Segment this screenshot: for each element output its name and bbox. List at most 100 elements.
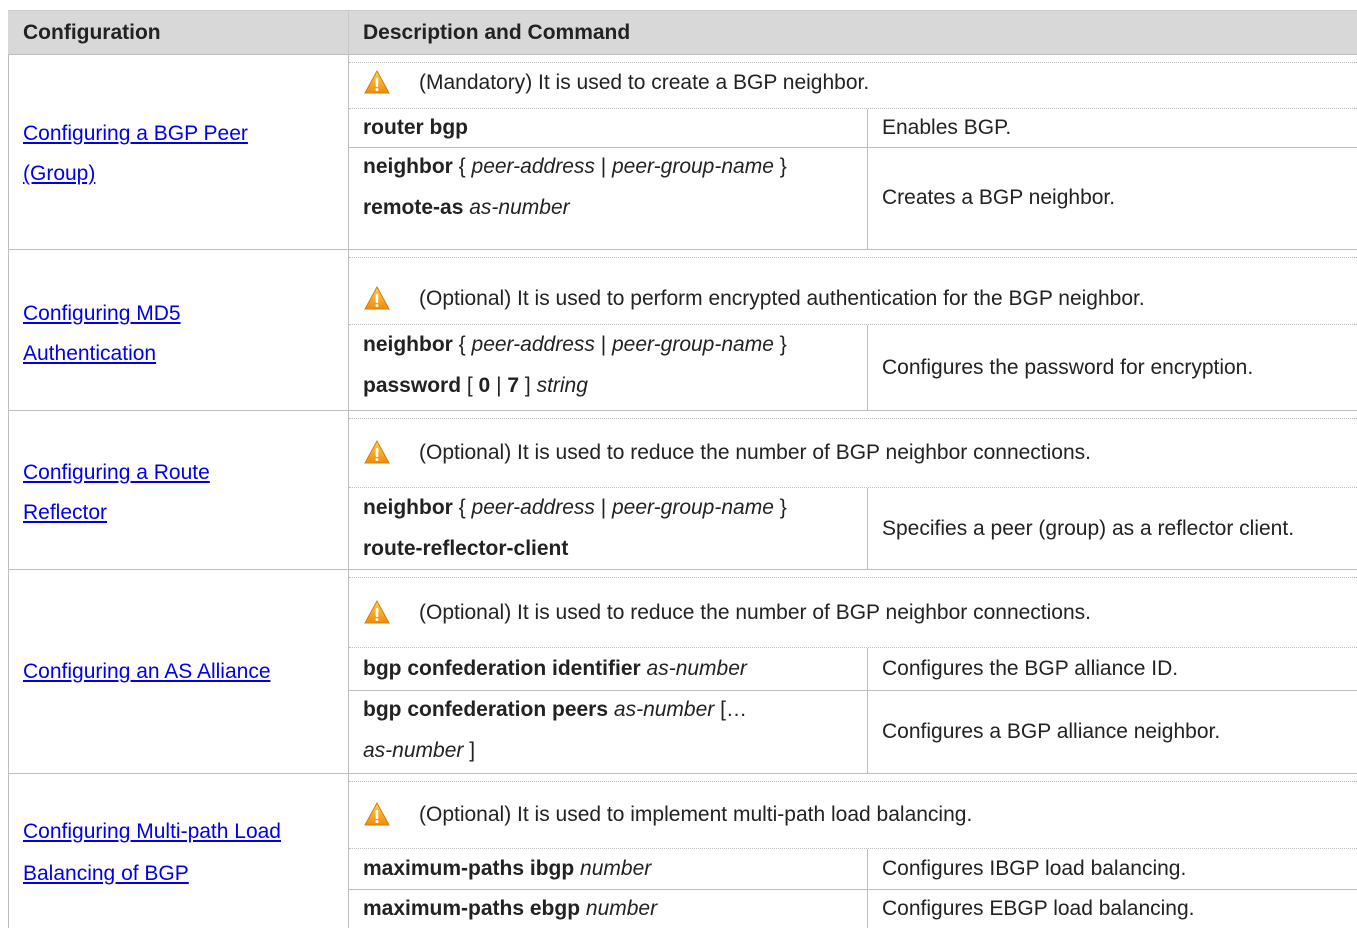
note-text: (Mandatory) It is used to create a BGP n… <box>419 71 870 94</box>
command-token: as-number <box>646 657 747 680</box>
group-separator <box>8 249 1357 250</box>
note-separator <box>349 647 1357 648</box>
command-token: peer-group-name <box>612 333 774 356</box>
command-text: maximum-paths ibgp number <box>363 857 651 881</box>
command-token: neighbor <box>363 496 453 519</box>
command-token: peer-address <box>471 155 595 178</box>
command-token: peer-group-name <box>612 155 774 178</box>
config-link[interactable]: Configuring MD5 <box>23 302 181 326</box>
command-description: Configures the password for encryption. <box>882 355 1254 379</box>
command-text-cont: as-number ] <box>363 739 475 763</box>
note-separator <box>349 848 1357 849</box>
command-token: bgp confederation peers <box>363 698 609 721</box>
command-token: 7 <box>507 374 520 397</box>
group-separator <box>8 410 1357 411</box>
command-text-cont: password [ 0 | 7 ] string <box>363 374 588 398</box>
config-link[interactable]: Configuring a BGP Peer <box>23 122 248 146</box>
command-token: | <box>594 496 612 519</box>
command-token: bgp confederation identifier <box>363 657 641 680</box>
command-description: Specifies a peer (group) as a reflector … <box>882 516 1295 540</box>
warning-icon <box>364 599 390 624</box>
command-token: ] <box>463 739 476 762</box>
note-top-separator <box>349 577 1357 578</box>
command-description: Configures EBGP load balancing. <box>882 896 1195 920</box>
command-token: } <box>773 155 787 178</box>
command-token: number <box>580 857 652 880</box>
command-token: peer-group-name <box>612 496 774 519</box>
command-col-divider <box>867 690 868 773</box>
command-token: 0 <box>478 374 491 397</box>
command-token: remote-as <box>363 196 464 219</box>
warning-icon <box>364 69 390 94</box>
command-description: Configures the BGP alliance ID. <box>882 657 1179 680</box>
header-configuration: Configuration <box>23 21 161 44</box>
command-token: } <box>773 496 787 519</box>
config-link[interactable]: Configuring an AS Alliance <box>23 660 271 684</box>
command-text: neighbor { peer-address | peer-group-nam… <box>363 333 787 357</box>
note-top-separator <box>349 781 1357 782</box>
command-token: peer-address <box>471 496 595 519</box>
command-description: Enables BGP. <box>882 116 1012 139</box>
command-text-cont: remote-as as-number <box>363 196 570 220</box>
group-separator <box>8 773 1357 774</box>
left-border <box>8 54 9 928</box>
note-text: (Optional) It is used to perform encrypt… <box>419 287 1145 310</box>
command-token: [… <box>714 698 747 721</box>
command-token: number <box>585 896 658 920</box>
note-separator <box>349 324 1357 325</box>
command-token: | <box>594 333 612 356</box>
config-link[interactable]: (Group) <box>23 162 95 186</box>
command-text: router bgp <box>363 116 468 140</box>
command-row-separator <box>349 690 1357 691</box>
command-token: neighbor <box>363 333 453 356</box>
command-token: maximum-paths ibgp <box>363 857 575 880</box>
warning-icon <box>364 801 390 826</box>
command-col-divider <box>867 648 868 690</box>
command-token: } <box>773 333 787 356</box>
note-text: (Optional) It is used to implement multi… <box>419 803 973 826</box>
command-text-cont: route-reflector-client <box>363 537 568 561</box>
command-token: ] <box>519 374 537 397</box>
command-token: peer-address <box>471 333 595 356</box>
note-top-separator <box>349 418 1357 419</box>
header-divider <box>348 11 349 55</box>
command-token: password <box>363 374 462 397</box>
config-link[interactable]: Configuring a Route <box>23 461 210 485</box>
command-token: as-number <box>469 196 570 219</box>
config-link[interactable]: Reflector <box>23 501 107 525</box>
note-top-separator <box>349 62 1357 63</box>
group-separator <box>8 569 1357 570</box>
command-text: neighbor { peer-address | peer-group-nam… <box>363 496 787 520</box>
col-divider <box>348 54 349 928</box>
command-description: Configures IBGP load balancing. <box>882 857 1187 880</box>
group-separator <box>8 54 1357 55</box>
command-text: bgp confederation identifier as-number <box>363 657 747 681</box>
command-col-divider <box>867 488 868 569</box>
command-token: { <box>452 496 472 519</box>
command-col-divider <box>867 109 868 147</box>
warning-icon <box>364 285 390 310</box>
header-description: Description and Command <box>363 21 631 44</box>
command-col-divider <box>867 147 868 249</box>
table-header: Configuration Description and Command <box>8 10 1357 55</box>
note-text: (Optional) It is used to reduce the numb… <box>419 601 1091 624</box>
config-link[interactable]: Configuring Multi-path Load <box>23 820 281 844</box>
command-text: neighbor { peer-address | peer-group-nam… <box>363 155 787 179</box>
command-token: route-reflector-client <box>363 537 569 560</box>
command-description: Configures a BGP alliance neighbor. <box>882 719 1221 743</box>
note-separator <box>349 108 1357 109</box>
command-token: { <box>452 155 472 178</box>
command-row-separator <box>349 889 1357 890</box>
config-link[interactable]: Authentication <box>23 342 156 366</box>
config-link[interactable]: Balancing of BGP <box>23 862 189 886</box>
command-token: as-number <box>363 739 464 762</box>
command-token: [ <box>461 374 479 397</box>
command-token: | <box>490 374 508 397</box>
command-description: Creates a BGP neighbor. <box>882 186 1116 209</box>
command-token: router bgp <box>363 116 468 139</box>
command-text: bgp confederation peers as-number [… <box>363 698 747 722</box>
command-col-divider <box>867 325 868 410</box>
command-col-divider <box>867 849 868 889</box>
warning-icon <box>364 439 390 464</box>
command-row-separator <box>349 147 1357 148</box>
